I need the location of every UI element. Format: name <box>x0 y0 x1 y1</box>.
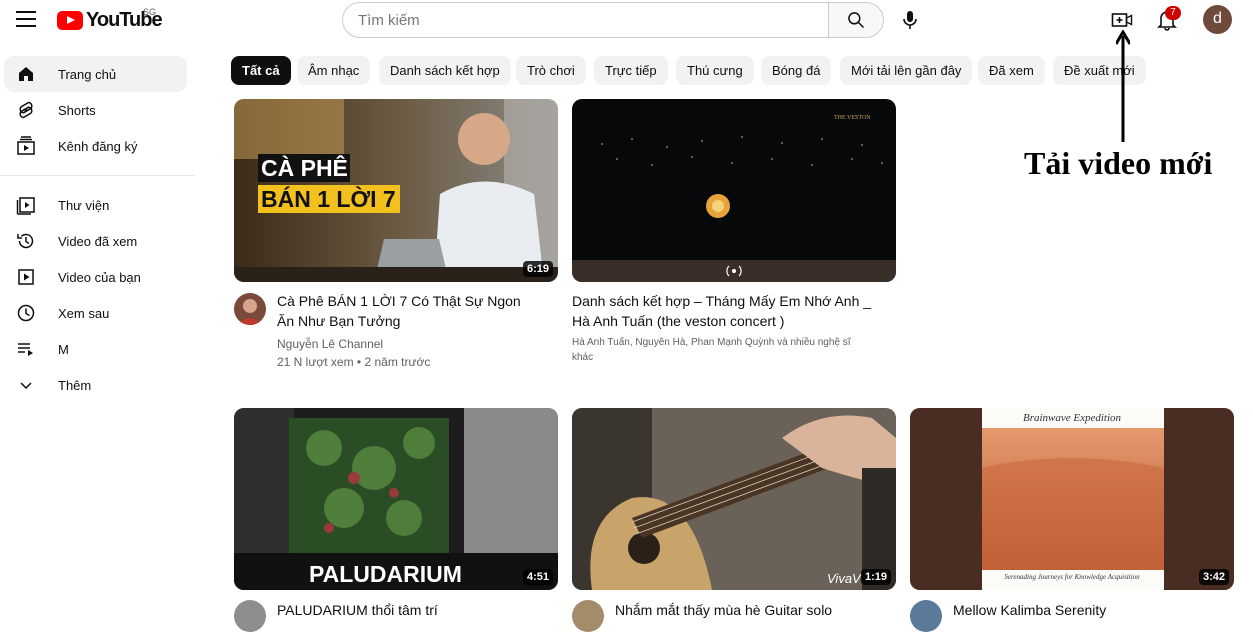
thumbnail-text: CÀ PHÊ <box>261 155 348 181</box>
thumbnail-image <box>910 408 1234 590</box>
sidebar-item-library[interactable]: Thư viện <box>4 187 187 223</box>
sidebar-item-label: Trang chủ <box>58 66 117 82</box>
microphone-icon <box>903 11 917 29</box>
history-icon <box>17 233 34 249</box>
shorts-icon <box>19 101 33 119</box>
chip-watched[interactable]: Đã xem <box>978 56 1045 85</box>
notification-count-badge: 7 <box>1165 6 1181 20</box>
sidebar-item-label: Kênh đăng ký <box>58 138 138 154</box>
video-title-line: Cà Phê BÁN 1 LỜI 7 Có Thật Sự Ngon <box>277 293 521 309</box>
video-thumbnail[interactable]: VivaV 1:19 <box>572 408 896 590</box>
thumbnail-image <box>572 408 896 590</box>
sidebar-item-playlist[interactable]: M <box>4 331 187 367</box>
video-title-line: Danh sách kết hợp – Tháng Mấy Em Nhớ Anh… <box>572 293 872 309</box>
annotation-label: Tải video mới <box>1024 145 1213 181</box>
mix-artists-line: khác <box>572 352 594 363</box>
channel-avatar[interactable] <box>572 600 604 632</box>
thumbnail-watermark: VivaV <box>827 571 861 586</box>
subscriptions-icon <box>17 136 35 155</box>
chip-all[interactable]: Tất cả <box>231 56 291 85</box>
thumbnail-text: Serenading Journeys for Knowledge Acquis… <box>1004 573 1140 581</box>
thumbnail-text: PALUDARIUM <box>309 561 462 587</box>
chip-mixes[interactable]: Danh sách kết hợp <box>379 56 511 85</box>
video-add-icon <box>1111 13 1133 27</box>
chip-recently-uploaded[interactable]: Mới tải lên gần đây <box>840 56 973 85</box>
video-thumbnail[interactable]: CÀ PHÊ BÁN 1 LỜI 7 6:19 <box>234 99 558 282</box>
sidebar-item-label: Video đã xem <box>58 233 138 249</box>
channel-name[interactable]: Nguyễn Lê Channel <box>277 335 383 353</box>
sidebar-item-label: Thư viện <box>58 197 110 213</box>
sidebar-item-shorts[interactable]: Shorts <box>4 92 187 128</box>
sidebar-item-subscriptions[interactable]: Kênh đăng ký <box>4 128 187 164</box>
video-stats: 21 N lượt xem • 2 năm trước <box>277 355 431 369</box>
video-thumbnail[interactable]: Brainwave Expedition Serenading Journeys… <box>910 408 1234 590</box>
sidebar-item-label: Thêm <box>58 377 92 393</box>
video-thumbnail[interactable]: THE VESTON <box>572 99 896 282</box>
sidebar-item-label: Video của bạn <box>58 269 141 285</box>
chip-pets[interactable]: Thú cưng <box>676 56 754 85</box>
chevron-down-icon <box>20 382 32 390</box>
sidebar-item-watch-later[interactable]: Xem sau <box>4 295 187 331</box>
mix-artists: Hà Anh Tuấn, Nguyên Hà, Phan Mạnh Quỳnh … <box>572 335 851 365</box>
top-bar: YouTube SG 7 d <box>0 0 1253 40</box>
video-title[interactable]: Cà Phê BÁN 1 LỜI 7 Có Thật Sự Ngon Ăn Nh… <box>277 291 521 331</box>
sidebar-item-history[interactable]: Video đã xem <box>4 223 187 259</box>
home-icon <box>19 67 33 81</box>
search-button[interactable] <box>828 2 884 38</box>
search-input[interactable] <box>342 2 829 38</box>
hamburger-menu-icon[interactable] <box>16 11 36 27</box>
video-thumbnail[interactable]: PALUDARIUM 4:51 <box>234 408 558 590</box>
svg-text:THE VESTON: THE VESTON <box>834 115 871 121</box>
chip-football[interactable]: Bóng đá <box>761 56 832 85</box>
thumbnail-image: THE VESTON <box>572 99 896 282</box>
video-title-line: Ăn Như Bạn Tưởng <box>277 313 401 329</box>
sidebar-item-label: Shorts <box>58 102 96 118</box>
duration-badge: 4:51 <box>522 569 553 585</box>
playlist-icon <box>18 343 33 356</box>
chip-music[interactable]: Âm nhạc <box>297 56 371 85</box>
thumbnail-text: BÁN 1 LỜI 7 <box>261 186 396 212</box>
library-icon <box>16 197 35 215</box>
avatar-image <box>234 293 266 325</box>
video-title[interactable]: Danh sách kết hợp – Tháng Mấy Em Nhớ Anh… <box>572 291 871 331</box>
youtube-play-icon <box>57 11 83 30</box>
voice-search-button[interactable] <box>896 8 924 32</box>
duration-badge: 6:19 <box>522 261 553 277</box>
sidebar-divider <box>0 175 195 176</box>
user-avatar[interactable]: d <box>1203 5 1232 34</box>
video-title[interactable]: Mellow Kalimba Serenity <box>953 600 1106 620</box>
channel-avatar[interactable] <box>234 293 266 325</box>
video-title-line: Hà Anh Tuấn (the veston concert ) <box>572 313 785 329</box>
watch-later-icon <box>17 304 35 322</box>
thumbnail-text: Brainwave Expedition <box>1022 412 1122 424</box>
your-videos-icon <box>18 269 34 285</box>
video-title[interactable]: PALUDARIUM thổi tâm trí <box>277 600 438 620</box>
sidebar-item-your-videos[interactable]: Video của bạn <box>4 259 187 295</box>
sidebar-item-label: M <box>58 341 69 357</box>
region-code: SG <box>143 7 157 17</box>
sidebar-item-more[interactable]: Thêm <box>4 367 187 403</box>
chip-gaming[interactable]: Trò chơi <box>516 56 586 85</box>
duration-badge: 1:19 <box>860 569 891 585</box>
search-icon <box>848 12 865 29</box>
chip-live[interactable]: Trực tiếp <box>594 56 668 85</box>
video-title[interactable]: Nhắm mắt thấy mùa hè Guitar solo <box>615 600 832 620</box>
mix-artists-line: Hà Anh Tuấn, Nguyên Hà, Phan Mạnh Quỳnh … <box>572 337 851 348</box>
channel-avatar[interactable] <box>910 600 942 632</box>
duration-badge: 3:42 <box>1198 569 1229 585</box>
chip-new-to-you[interactable]: Đề xuất mới <box>1053 56 1146 85</box>
channel-avatar[interactable] <box>234 600 266 632</box>
sidebar-item-label: Xem sau <box>58 305 110 321</box>
sidebar-item-home[interactable]: Trang chủ <box>4 56 187 92</box>
annotation-arrow-icon <box>1116 30 1130 142</box>
